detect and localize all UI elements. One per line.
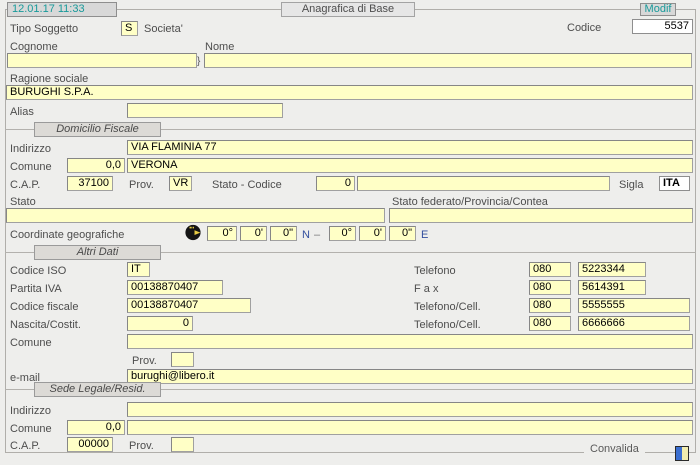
domicilio-fiscale-section-tab: Domicilio Fiscale <box>34 122 161 137</box>
fax-number-field[interactable]: 5614391 <box>578 280 646 295</box>
cell1-number-field[interactable]: 5555555 <box>578 298 690 313</box>
df-cap-field[interactable]: 37100 <box>67 176 113 191</box>
cognome-label: Cognome <box>10 41 58 53</box>
nome-label: Nome <box>205 41 234 53</box>
partita-iva-label: Partita IVA <box>10 283 62 295</box>
ad-comune-label: Comune <box>10 337 52 349</box>
df-indirizzo-label: Indirizzo <box>10 143 51 155</box>
ad-prov-label: Prov. <box>132 355 157 367</box>
df-cap-label: C.A.P. <box>10 179 40 191</box>
ad-prov-field[interactable] <box>171 352 194 367</box>
stato-codice-label: Stato - Codice <box>212 179 282 191</box>
stato-federato-label: Stato federato/Provincia/Contea <box>392 196 548 208</box>
cell1-prefix-field[interactable]: 080 <box>529 298 571 313</box>
codice-fiscale-field[interactable]: 00138870407 <box>127 298 251 313</box>
modif-badge: Modif <box>640 3 676 16</box>
stato-codice-field[interactable]: 0 <box>316 176 355 191</box>
lon-hemisphere-label: E <box>421 229 428 241</box>
telefono-number-field[interactable]: 5223344 <box>578 262 646 277</box>
fax-label: F a x <box>414 283 438 295</box>
alias-label: Alias <box>10 106 34 118</box>
tipo-soggetto-label: Tipo Soggetto <box>10 23 78 35</box>
cell2-number-field[interactable]: 6666666 <box>578 316 690 331</box>
sl-indirizzo-label: Indirizzo <box>10 405 51 417</box>
email-field[interactable]: burughi@libero.it <box>127 369 693 384</box>
sl-indirizzo-field[interactable] <box>127 402 693 417</box>
stato-federato-field[interactable] <box>389 208 693 223</box>
datetime-box: 12.01.17 11:33 <box>7 2 117 17</box>
convalida-checkbox[interactable] <box>675 446 689 461</box>
sl-prov-label: Prov. <box>129 440 154 452</box>
codice-fiscale-label: Codice fiscale <box>10 301 78 313</box>
sl-comune-label: Comune <box>10 423 52 435</box>
codice-label: Codice <box>567 22 601 34</box>
sl-cap-label: C.A.P. <box>10 440 40 452</box>
anagrafica-window: 12.01.17 11:33 Anagrafica di Base Modif … <box>0 0 700 465</box>
name-separator: } <box>197 56 200 68</box>
sl-prov-field[interactable] <box>171 437 194 452</box>
sl-comune-field[interactable] <box>127 420 693 435</box>
nascita-field[interactable]: 0 <box>127 316 193 331</box>
df-prov-label: Prov. <box>129 179 154 191</box>
codice-iso-label: Codice ISO <box>10 265 66 277</box>
cognome-field[interactable] <box>7 53 197 68</box>
telefono-label: Telefono <box>414 265 456 277</box>
lat-hemisphere-label: N <box>302 229 310 241</box>
telefono-prefix-field[interactable]: 080 <box>529 262 571 277</box>
sigla-label: Sigla <box>619 179 643 191</box>
cell2-label: Telefono/Cell. <box>414 319 481 331</box>
ragione-sociale-label: Ragione sociale <box>10 73 88 85</box>
stato-label: Stato <box>10 196 36 208</box>
lat-sec-field[interactable]: 0" <box>270 226 297 241</box>
sede-legale-section-tab: Sede Legale/Resid. <box>34 382 161 397</box>
fax-prefix-field[interactable]: 080 <box>529 280 571 295</box>
partita-iva-field[interactable]: 00138870407 <box>127 280 223 295</box>
sigla-field[interactable]: ITA <box>659 176 690 191</box>
stato-field[interactable] <box>6 208 385 223</box>
df-prov-field[interactable]: VR <box>169 176 192 191</box>
page-title: Anagrafica di Base <box>281 2 415 17</box>
lat-min-field[interactable]: 0' <box>240 226 267 241</box>
tipo-soggetto-desc: Societa' <box>144 23 183 35</box>
coordinate-dash: – <box>314 229 320 241</box>
tipo-soggetto-code-field[interactable]: S <box>121 21 138 36</box>
cell2-prefix-field[interactable]: 080 <box>529 316 571 331</box>
nome-field[interactable] <box>204 53 692 68</box>
alias-field[interactable] <box>127 103 283 118</box>
codice-field[interactable]: 5537 <box>632 19 693 34</box>
lon-sec-field[interactable]: 0" <box>389 226 416 241</box>
df-comune-label: Comune <box>10 161 52 173</box>
altri-dati-section-tab: Altri Dati <box>34 245 161 260</box>
lon-min-field[interactable]: 0' <box>359 226 386 241</box>
df-comune-field[interactable]: VERONA <box>127 158 693 173</box>
ragione-sociale-field[interactable]: BURUGHI S.P.A. <box>6 85 693 100</box>
globe-icon[interactable] <box>185 224 202 241</box>
coordinate-label: Coordinate geografiche <box>10 229 124 241</box>
lon-deg-field[interactable]: 0° <box>329 226 356 241</box>
df-comune-code-field[interactable]: 0,0 <box>67 158 125 173</box>
cell1-label: Telefono/Cell. <box>414 301 481 313</box>
stato-codice-name-field[interactable] <box>357 176 610 191</box>
ad-comune-field[interactable] <box>127 334 693 349</box>
convalida-label: Convalida <box>584 443 645 455</box>
codice-iso-field[interactable]: IT <box>127 262 150 277</box>
lat-deg-field[interactable]: 0° <box>207 226 237 241</box>
sl-cap-field[interactable]: 00000 <box>67 437 113 452</box>
df-indirizzo-field[interactable]: VIA FLAMINIA 77 <box>127 140 693 155</box>
nascita-label: Nascita/Costit. <box>10 319 81 331</box>
sl-comune-code-field[interactable]: 0,0 <box>67 420 125 435</box>
